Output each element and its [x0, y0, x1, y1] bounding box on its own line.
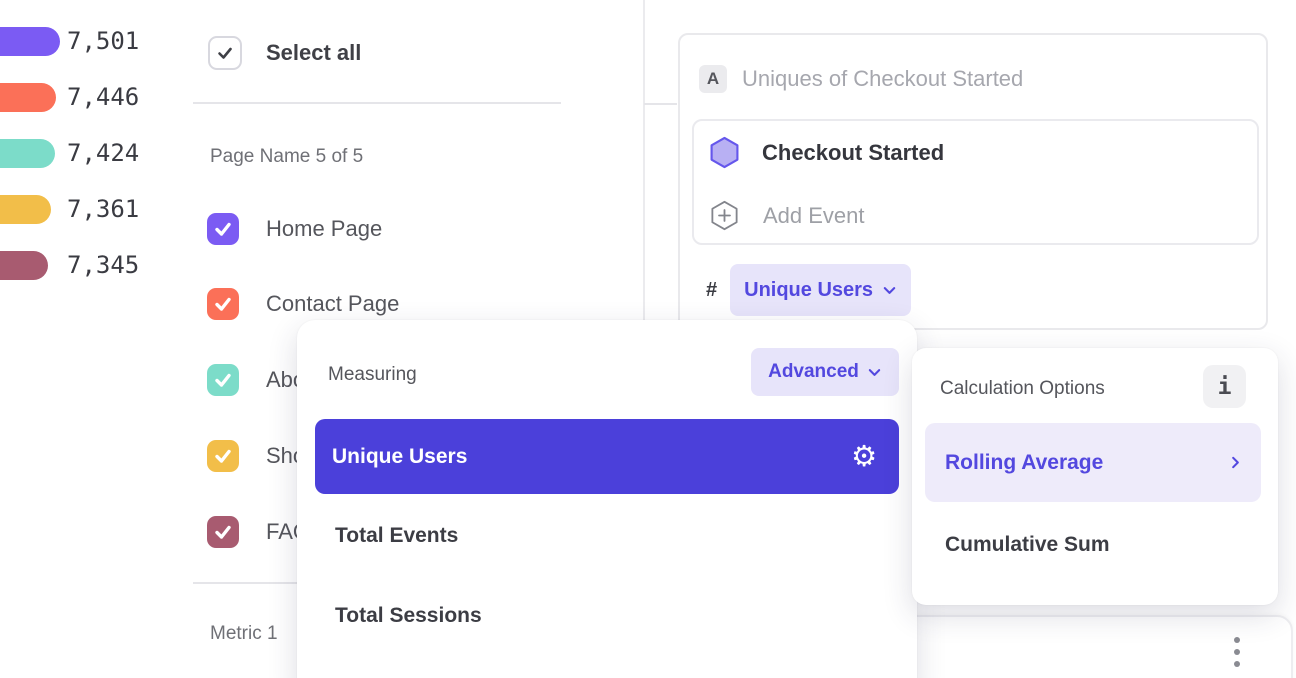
filter-item-label: Contact Page: [266, 291, 399, 317]
group-label: Page Name 5 of 5: [210, 146, 363, 168]
info-icon[interactable]: i: [1203, 365, 1246, 408]
select-all-label: Select all: [266, 40, 361, 66]
checkbox-home-page[interactable]: [207, 213, 239, 245]
menu-option-label: Unique Users: [332, 445, 467, 469]
add-event-label: Add Event: [763, 203, 865, 229]
measure-value: Unique Users: [744, 279, 873, 302]
check-icon: [215, 43, 235, 63]
chevron-down-icon: [867, 365, 882, 380]
add-event-icon: [709, 200, 740, 231]
check-icon: [212, 521, 234, 543]
calculation-options-menu: Calculation Options i Rolling Average Cu…: [912, 348, 1278, 605]
series-header: A Uniques of Checkout Started: [699, 65, 1023, 93]
check-icon: [212, 369, 234, 391]
kebab-dot: [1234, 637, 1240, 643]
kebab-menu-button[interactable]: [1228, 631, 1246, 673]
check-icon: [212, 293, 234, 315]
bar-value-label: 7,361: [67, 195, 139, 224]
checkbox-contact-page[interactable]: [207, 288, 239, 320]
bar-shop-page[interactable]: [0, 195, 51, 224]
kebab-dot: [1234, 661, 1240, 667]
check-icon: [212, 218, 234, 240]
add-event-row[interactable]: Add Event: [709, 200, 865, 231]
bar-value-label: 7,446: [67, 83, 139, 112]
check-icon: [212, 445, 234, 467]
event-hexagon-icon: [708, 136, 741, 169]
menu-option-total-events[interactable]: Total Events: [335, 524, 458, 548]
bar-faq-page[interactable]: [0, 251, 48, 280]
bar-home-page[interactable]: [0, 27, 60, 56]
bar-contact-page[interactable]: [0, 83, 56, 112]
bar-value-label: 7,345: [67, 251, 139, 280]
event-card: Checkout Started Add Event: [692, 119, 1259, 245]
chevron-down-icon: [882, 283, 897, 298]
bar-value-label: 7,424: [67, 139, 139, 168]
filter-divider-top: [193, 102, 561, 104]
measuring-mode-dropdown[interactable]: Advanced: [751, 348, 899, 396]
gear-icon[interactable]: ⚙: [851, 442, 877, 471]
kebab-dot: [1234, 649, 1240, 655]
filter-item-label: Home Page: [266, 216, 382, 242]
filter-row-contact[interactable]: Contact Page: [207, 288, 399, 320]
select-all-checkbox[interactable]: [208, 36, 242, 70]
divider-stub: [644, 103, 677, 105]
measure-row: # Unique Users: [706, 264, 911, 316]
bar-value-label: 7,501: [67, 27, 139, 56]
menu-option-rolling-average[interactable]: Rolling Average: [925, 423, 1261, 502]
checkbox-shop-page[interactable]: [207, 440, 239, 472]
series-title-input[interactable]: Uniques of Checkout Started: [742, 66, 1023, 92]
menu-option-total-sessions[interactable]: Total Sessions: [335, 604, 482, 628]
series-badge: A: [699, 65, 727, 93]
metric-card: A Uniques of Checkout Started Checkout S…: [678, 33, 1268, 330]
measuring-menu-title: Measuring: [328, 364, 417, 386]
bar-about-page[interactable]: [0, 139, 55, 168]
checkbox-faq-page[interactable]: [207, 516, 239, 548]
measuring-menu: Measuring Advanced Unique Users ⚙ Total …: [297, 320, 917, 678]
calculation-menu-title: Calculation Options: [940, 378, 1105, 400]
measure-prefix: #: [706, 279, 717, 302]
menu-option-unique-users[interactable]: Unique Users ⚙: [315, 419, 899, 494]
checkbox-about-page[interactable]: [207, 364, 239, 396]
measuring-mode-label: Advanced: [768, 361, 859, 383]
event-row[interactable]: Checkout Started: [708, 136, 944, 169]
app-screen: 7,501 7,446 7,424 7,361 7,345 Select all…: [0, 0, 1296, 678]
menu-option-label: Rolling Average: [945, 451, 1103, 475]
metric-footer-label: Metric 1: [210, 623, 278, 645]
chevron-right-icon: [1228, 455, 1243, 470]
event-name: Checkout Started: [762, 140, 944, 166]
menu-option-cumulative-sum[interactable]: Cumulative Sum: [945, 533, 1110, 557]
filter-row-home[interactable]: Home Page: [207, 213, 382, 245]
measure-dropdown[interactable]: Unique Users: [730, 264, 911, 316]
select-all-row[interactable]: Select all: [208, 36, 361, 70]
